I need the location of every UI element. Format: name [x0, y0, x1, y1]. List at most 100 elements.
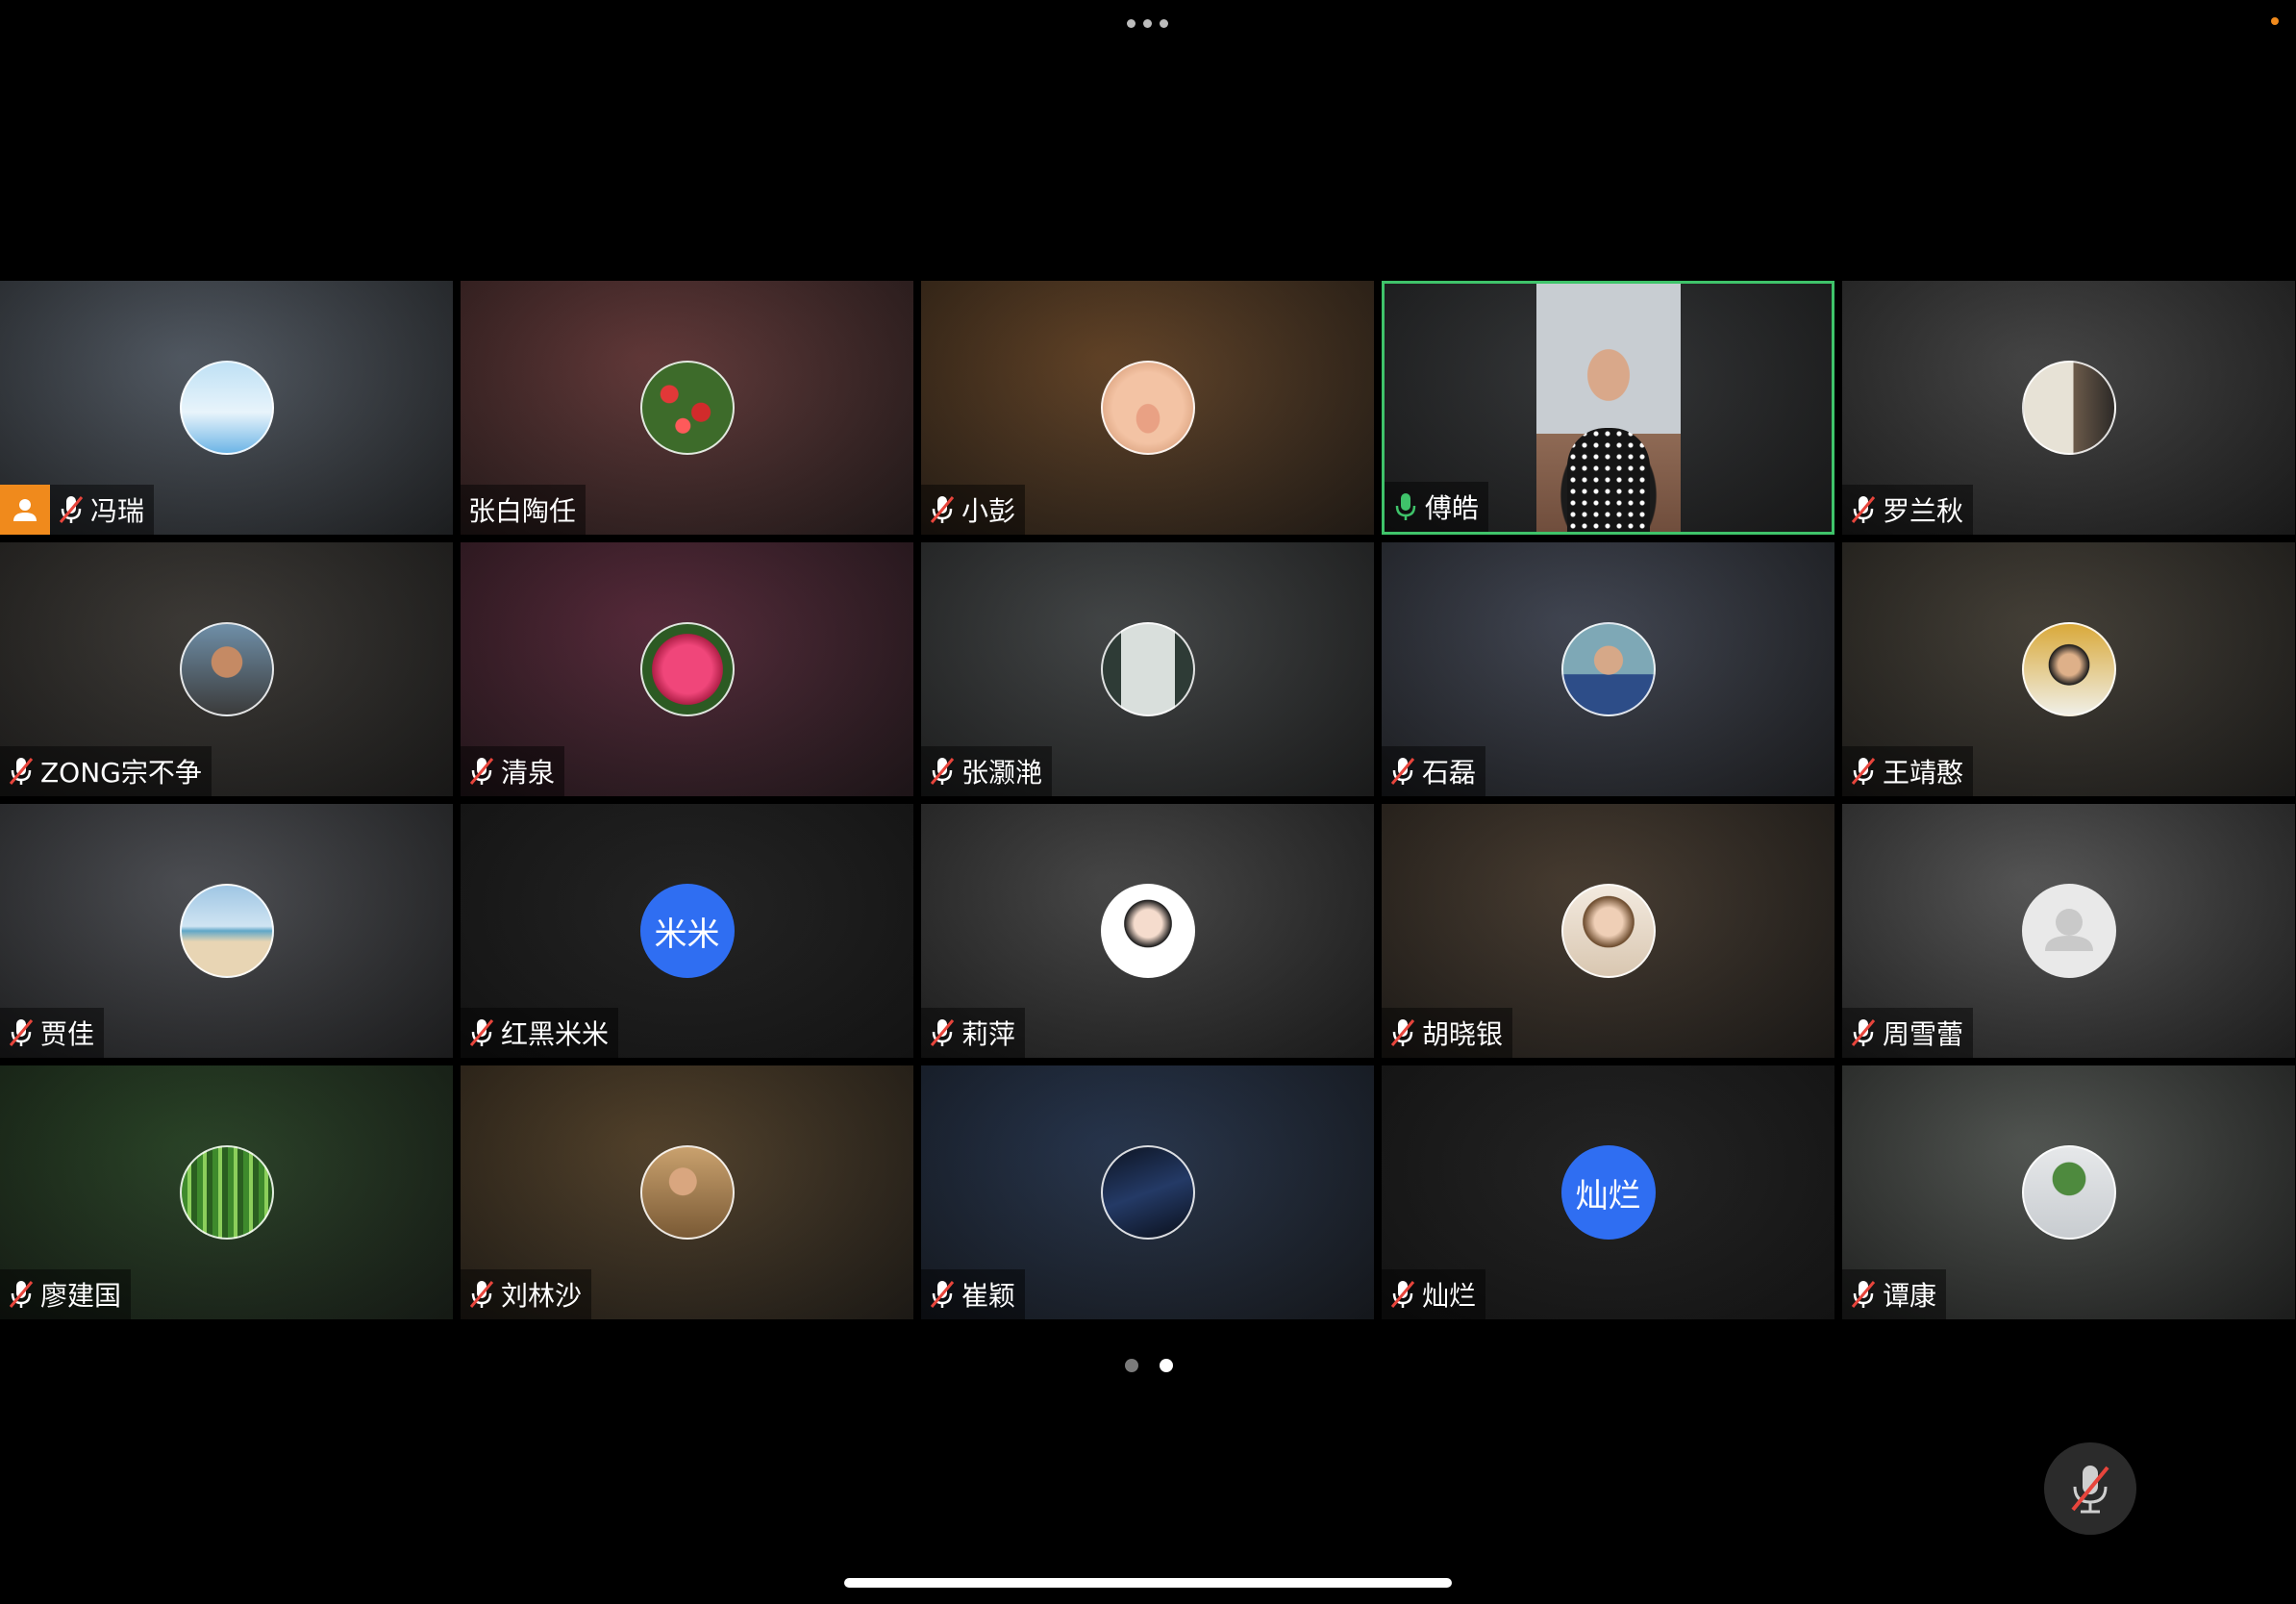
participant-name: 王靖憨 [1883, 757, 1964, 789]
mute-microphone-button[interactable] [2044, 1442, 2136, 1535]
participant-nameplate: 傅皓 [1385, 482, 1489, 532]
microphone-muted-icon [930, 496, 955, 523]
microphone-muted-icon [2071, 1466, 2109, 1514]
avatar [639, 622, 735, 716]
participant-nameplate: 灿烂 [1382, 1269, 1486, 1319]
participant-nameplate: 张白陶任 [461, 485, 586, 535]
participant-nameplate: 廖建国 [0, 1269, 132, 1319]
participant-tile[interactable]: ZONG宗不争 [0, 542, 453, 796]
avatar [179, 622, 274, 716]
avatar [1100, 622, 1195, 716]
avatar [1560, 884, 1656, 978]
microphone-muted-icon [930, 1281, 955, 1308]
microphone-muted-icon [469, 1281, 494, 1308]
participant-name: 罗兰秋 [1883, 495, 1964, 527]
microphone-muted-icon [930, 758, 955, 785]
microphone-muted-icon [1390, 1019, 1415, 1046]
participant-name: 张灏滟 [961, 757, 1043, 789]
page-indicator [1125, 1359, 1173, 1372]
microphone-muted-icon [1851, 758, 1876, 785]
microphone-muted-icon [1851, 1019, 1876, 1046]
participant-nameplate: 冯瑞 [0, 485, 155, 535]
dot-icon [1127, 19, 1136, 28]
microphone-muted-icon [9, 1019, 34, 1046]
participant-tile[interactable]: 罗兰秋 [1842, 281, 2295, 535]
participant-name: 灿烂 [1422, 1280, 1477, 1312]
default-avatar-icon [2021, 884, 2116, 978]
participant-tile[interactable]: 胡晓银 [1382, 804, 1834, 1058]
participant-tile[interactable]: 莉萍 [921, 804, 1374, 1058]
participant-tile[interactable]: 石磊 [1382, 542, 1834, 796]
dot-icon [1160, 19, 1168, 28]
participant-nameplate: 谭康 [1842, 1269, 1947, 1319]
participant-nameplate: 贾佳 [0, 1008, 105, 1058]
participant-name: 胡晓银 [1422, 1018, 1504, 1050]
participant-name: 傅皓 [1425, 492, 1480, 524]
page-dot-2[interactable] [1160, 1359, 1173, 1372]
participant-nameplate: ZONG宗不争 [0, 746, 212, 796]
avatar [2021, 622, 2116, 716]
participant-name: 莉萍 [961, 1018, 1016, 1050]
participant-name: 谭康 [1883, 1280, 1937, 1312]
participant-name: 周雪蕾 [1883, 1018, 1964, 1050]
participant-nameplate: 石磊 [1382, 746, 1486, 796]
participant-tile[interactable]: 傅皓 [1382, 281, 1834, 535]
participant-tile[interactable]: 崔颖 [921, 1065, 1374, 1319]
avatar [2021, 1145, 2116, 1240]
avatar [1560, 622, 1656, 716]
participant-name: ZONG宗不争 [40, 757, 202, 789]
avatar-initials: 灿烂 [1560, 1145, 1656, 1240]
participant-nameplate: 胡晓银 [1382, 1008, 1513, 1058]
avatar [1100, 1145, 1195, 1240]
avatar [179, 884, 274, 978]
avatar [639, 1145, 735, 1240]
participant-tile[interactable]: 贾佳 [0, 804, 453, 1058]
microphone-muted-icon [1390, 758, 1415, 785]
participant-tile[interactable]: 张灏滟 [921, 542, 1374, 796]
participant-tile[interactable]: 冯瑞 [0, 281, 453, 535]
more-options-button[interactable] [1127, 17, 1169, 29]
participant-tile[interactable]: 廖建国 [0, 1065, 453, 1319]
participant-tile[interactable]: 清泉 [461, 542, 913, 796]
participant-name: 廖建国 [40, 1280, 122, 1312]
participant-tile[interactable]: 张白陶任 [461, 281, 913, 535]
microphone-muted-icon [469, 1019, 494, 1046]
participant-nameplate: 刘林沙 [461, 1269, 592, 1319]
participant-tile[interactable]: 周雪蕾 [1842, 804, 2295, 1058]
status-indicator-dot [2271, 17, 2279, 25]
participant-nameplate: 莉萍 [921, 1008, 1026, 1058]
participant-nameplate: 王靖憨 [1842, 746, 1974, 796]
dot-icon [1143, 19, 1152, 28]
participant-tile[interactable]: 小彭 [921, 281, 1374, 535]
page-dot-1[interactable] [1125, 1359, 1138, 1372]
participant-nameplate: 小彭 [921, 485, 1026, 535]
participant-tile[interactable]: 刘林沙 [461, 1065, 913, 1319]
participant-tile[interactable]: 米米 红黑米米 [461, 804, 913, 1058]
microphone-active-icon [1395, 493, 1416, 520]
participant-name: 石磊 [1422, 757, 1477, 789]
participant-tile[interactable]: 灿烂 灿烂 [1382, 1065, 1834, 1319]
participant-name: 冯瑞 [90, 495, 145, 527]
avatar [639, 361, 735, 455]
home-indicator [844, 1578, 1452, 1588]
microphone-muted-icon [9, 758, 34, 785]
avatar [2021, 361, 2116, 455]
participant-name: 贾佳 [40, 1018, 95, 1050]
participant-name: 红黑米米 [501, 1018, 610, 1050]
microphone-muted-icon [1851, 496, 1876, 523]
host-user-icon [0, 485, 50, 535]
microphone-muted-icon [59, 496, 84, 523]
participant-name: 刘林沙 [501, 1280, 583, 1312]
microphone-muted-icon [1390, 1281, 1415, 1308]
participant-nameplate: 崔颖 [921, 1269, 1026, 1319]
avatar [1100, 884, 1195, 978]
participant-video [1536, 284, 1681, 532]
participant-name: 清泉 [501, 757, 556, 789]
microphone-muted-icon [930, 1019, 955, 1046]
participant-grid: 冯瑞 张白陶任 小彭 傅皓 罗兰秋 ZONG宗不争 清泉 张灏滟 石磊 王靖憨 [0, 281, 2296, 1323]
participant-tile[interactable]: 王靖憨 [1842, 542, 2295, 796]
participant-name: 崔颖 [961, 1280, 1016, 1312]
participant-nameplate: 张灏滟 [921, 746, 1053, 796]
avatar [179, 361, 274, 455]
participant-tile[interactable]: 谭康 [1842, 1065, 2295, 1319]
